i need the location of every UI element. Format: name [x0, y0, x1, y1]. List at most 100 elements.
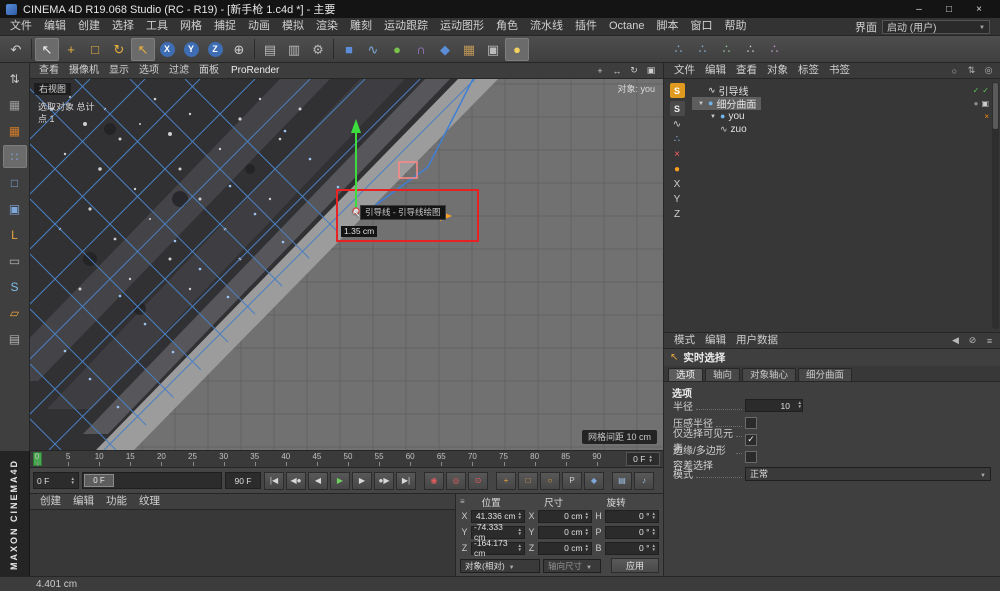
zoom-view-button[interactable]: ↔	[609, 64, 625, 78]
menu-item-10[interactable]: 雕刻	[344, 18, 378, 35]
viewport-solo-button[interactable]: ▭	[3, 249, 27, 272]
menu-item-18[interactable]: 窗口	[684, 18, 718, 35]
property-number-field[interactable]: 10	[745, 399, 803, 412]
viewport-menu-item-5[interactable]: 面板	[194, 62, 224, 79]
object-row-1[interactable]: ▼●细分曲面●▣	[690, 97, 989, 110]
frame-spinner-icon[interactable]	[648, 455, 652, 463]
object-menu-item-5[interactable]: 书签	[824, 62, 855, 79]
palette-spheres-icon[interactable]: ∴	[674, 134, 680, 146]
check-render-icon[interactable]: ✓	[982, 86, 989, 95]
menu-item-2[interactable]: 创建	[72, 18, 106, 35]
layout-preset-1-button[interactable]: ∴	[668, 38, 689, 59]
property-select[interactable]: 正常	[745, 467, 991, 481]
scroll-button[interactable]: ⇅	[965, 64, 978, 77]
key-position-button[interactable]: +	[496, 472, 516, 490]
size-mode-select[interactable]: 轴向尺寸	[543, 559, 601, 573]
key-pla-button[interactable]: ◆	[584, 472, 604, 490]
menu-item-4[interactable]: 工具	[140, 18, 174, 35]
add-camera-button[interactable]: ▣	[481, 38, 505, 61]
viewport-menu-item-2[interactable]: 显示	[104, 62, 134, 79]
toggle-view-button[interactable]: ▣	[643, 64, 659, 78]
palette-orange-icon[interactable]: ●	[674, 164, 680, 176]
position-input[interactable]: -164.173 cm	[471, 542, 525, 555]
object-menu-item-3[interactable]: 对象	[762, 62, 793, 79]
key-rotation-button[interactable]: ○	[540, 472, 560, 490]
tab-2[interactable]: 对象轴心	[742, 368, 796, 381]
size-input[interactable]: 0 cm	[538, 542, 592, 555]
rotate-view-button[interactable]: ↻	[626, 64, 642, 78]
menu-item-prorender[interactable]: ProRender	[226, 65, 284, 76]
position-input[interactable]: -74.333 cm	[471, 526, 525, 539]
viewport-menu-item-3[interactable]: 选项	[134, 62, 164, 79]
object-menu-item-4[interactable]: 标签	[793, 62, 824, 79]
material-menu-item-2[interactable]: 功能	[100, 493, 133, 510]
size-input[interactable]: 0 cm	[538, 510, 592, 523]
menu-item-5[interactable]: 网格	[174, 18, 208, 35]
close-button[interactable]: ×	[964, 0, 994, 18]
live-selection-button[interactable]: ↖	[35, 38, 59, 61]
render-picture-viewer-button[interactable]: ▥	[282, 38, 306, 61]
add-light-button[interactable]: ●	[505, 38, 529, 61]
last-used-tool-button[interactable]: ↖	[131, 38, 155, 61]
object-row-2[interactable]: ▼●you×	[690, 110, 989, 123]
viewport-menu-item-4[interactable]: 过滤	[164, 62, 194, 79]
axis-y-icon[interactable]: Y	[674, 194, 681, 206]
viewport-menu-item-0[interactable]: 查看	[34, 62, 64, 79]
undo-button[interactable]: ↶	[4, 38, 28, 61]
record-options-button[interactable]: ⊙	[468, 472, 488, 490]
scale-tool-button[interactable]: □	[83, 38, 107, 61]
prev-frame-button[interactable]: ◀	[308, 472, 328, 490]
add-generator-button[interactable]: ●	[385, 38, 409, 61]
tab-1[interactable]: 轴向	[705, 368, 740, 381]
coordinate-system-button[interactable]: ⊕	[227, 38, 251, 61]
lock-x-axis-button[interactable]: X	[155, 38, 179, 61]
rotation-input[interactable]: 0 °	[605, 510, 659, 523]
axis-x-icon[interactable]: X	[674, 179, 681, 191]
next-frame-button[interactable]: ▶	[352, 472, 372, 490]
frame-stepper-spinner-icon[interactable]	[71, 477, 75, 485]
record-keyframe-button[interactable]: ◉	[424, 472, 444, 490]
spinner-icon[interactable]	[518, 544, 522, 552]
lock-z-axis-button[interactable]: Z	[203, 38, 227, 61]
layout-preset-3-button[interactable]: ∴	[716, 38, 737, 59]
object-menu-item-1[interactable]: 编辑	[700, 62, 731, 79]
history-back-button[interactable]: ◀	[949, 334, 962, 347]
menu-item-9[interactable]: 渲染	[310, 18, 344, 35]
timeline-slider-handle[interactable]: 0 F	[84, 474, 114, 487]
attribute-menu-item-1[interactable]: 编辑	[700, 332, 731, 349]
add-spline-button[interactable]: ∿	[361, 38, 385, 61]
spinner-icon[interactable]	[518, 528, 522, 536]
property-checkbox[interactable]	[745, 434, 757, 446]
menu-item-13[interactable]: 角色	[490, 18, 524, 35]
rotation-input[interactable]: 0 °	[605, 526, 659, 539]
position-input[interactable]: 41.336 cm	[471, 510, 525, 523]
tag-s-orange-icon[interactable]: S	[670, 83, 685, 98]
spinner-icon[interactable]	[518, 512, 522, 520]
menu-item-14[interactable]: 流水线	[524, 18, 569, 35]
spinner-icon[interactable]	[652, 544, 656, 552]
expander-icon[interactable]: ▼	[697, 101, 705, 107]
property-checkbox[interactable]	[745, 451, 757, 463]
scrollbar[interactable]	[992, 82, 999, 329]
enable-axis-button[interactable]: L	[3, 223, 27, 246]
spinner-icon[interactable]	[585, 512, 589, 520]
interface-preset-select[interactable]: 启动 (用户)	[882, 20, 990, 34]
menu-item-3[interactable]: 选择	[106, 18, 140, 35]
menu-item-7[interactable]: 动画	[242, 18, 276, 35]
key-parameter-button[interactable]: P	[562, 472, 582, 490]
end-frame-box[interactable]: 90 F	[225, 472, 261, 489]
goto-start-button[interactable]: |◀	[264, 472, 284, 490]
timeline-slider[interactable]: 0 F	[82, 472, 222, 489]
frame-stepper[interactable]: 0 F	[33, 472, 79, 489]
layout-preset-4-button[interactable]: ∴	[740, 38, 761, 59]
lock-workplane-button[interactable]: ▤	[3, 327, 27, 350]
add-environment-button[interactable]: ▦	[457, 38, 481, 61]
sds-tag-icon[interactable]: ▣	[981, 99, 989, 108]
layout-preset-2-button[interactable]: ∴	[692, 38, 713, 59]
viewport-menu-item-1[interactable]: 摄像机	[64, 62, 104, 79]
object-row-3[interactable]: ∿zuo	[690, 123, 989, 136]
polygons-mode-button[interactable]: ▣	[3, 197, 27, 220]
panel-menu-icon[interactable]: ≡	[460, 497, 472, 506]
material-menu-item-3[interactable]: 纹理	[133, 493, 166, 510]
search-button[interactable]: ○	[948, 64, 961, 77]
